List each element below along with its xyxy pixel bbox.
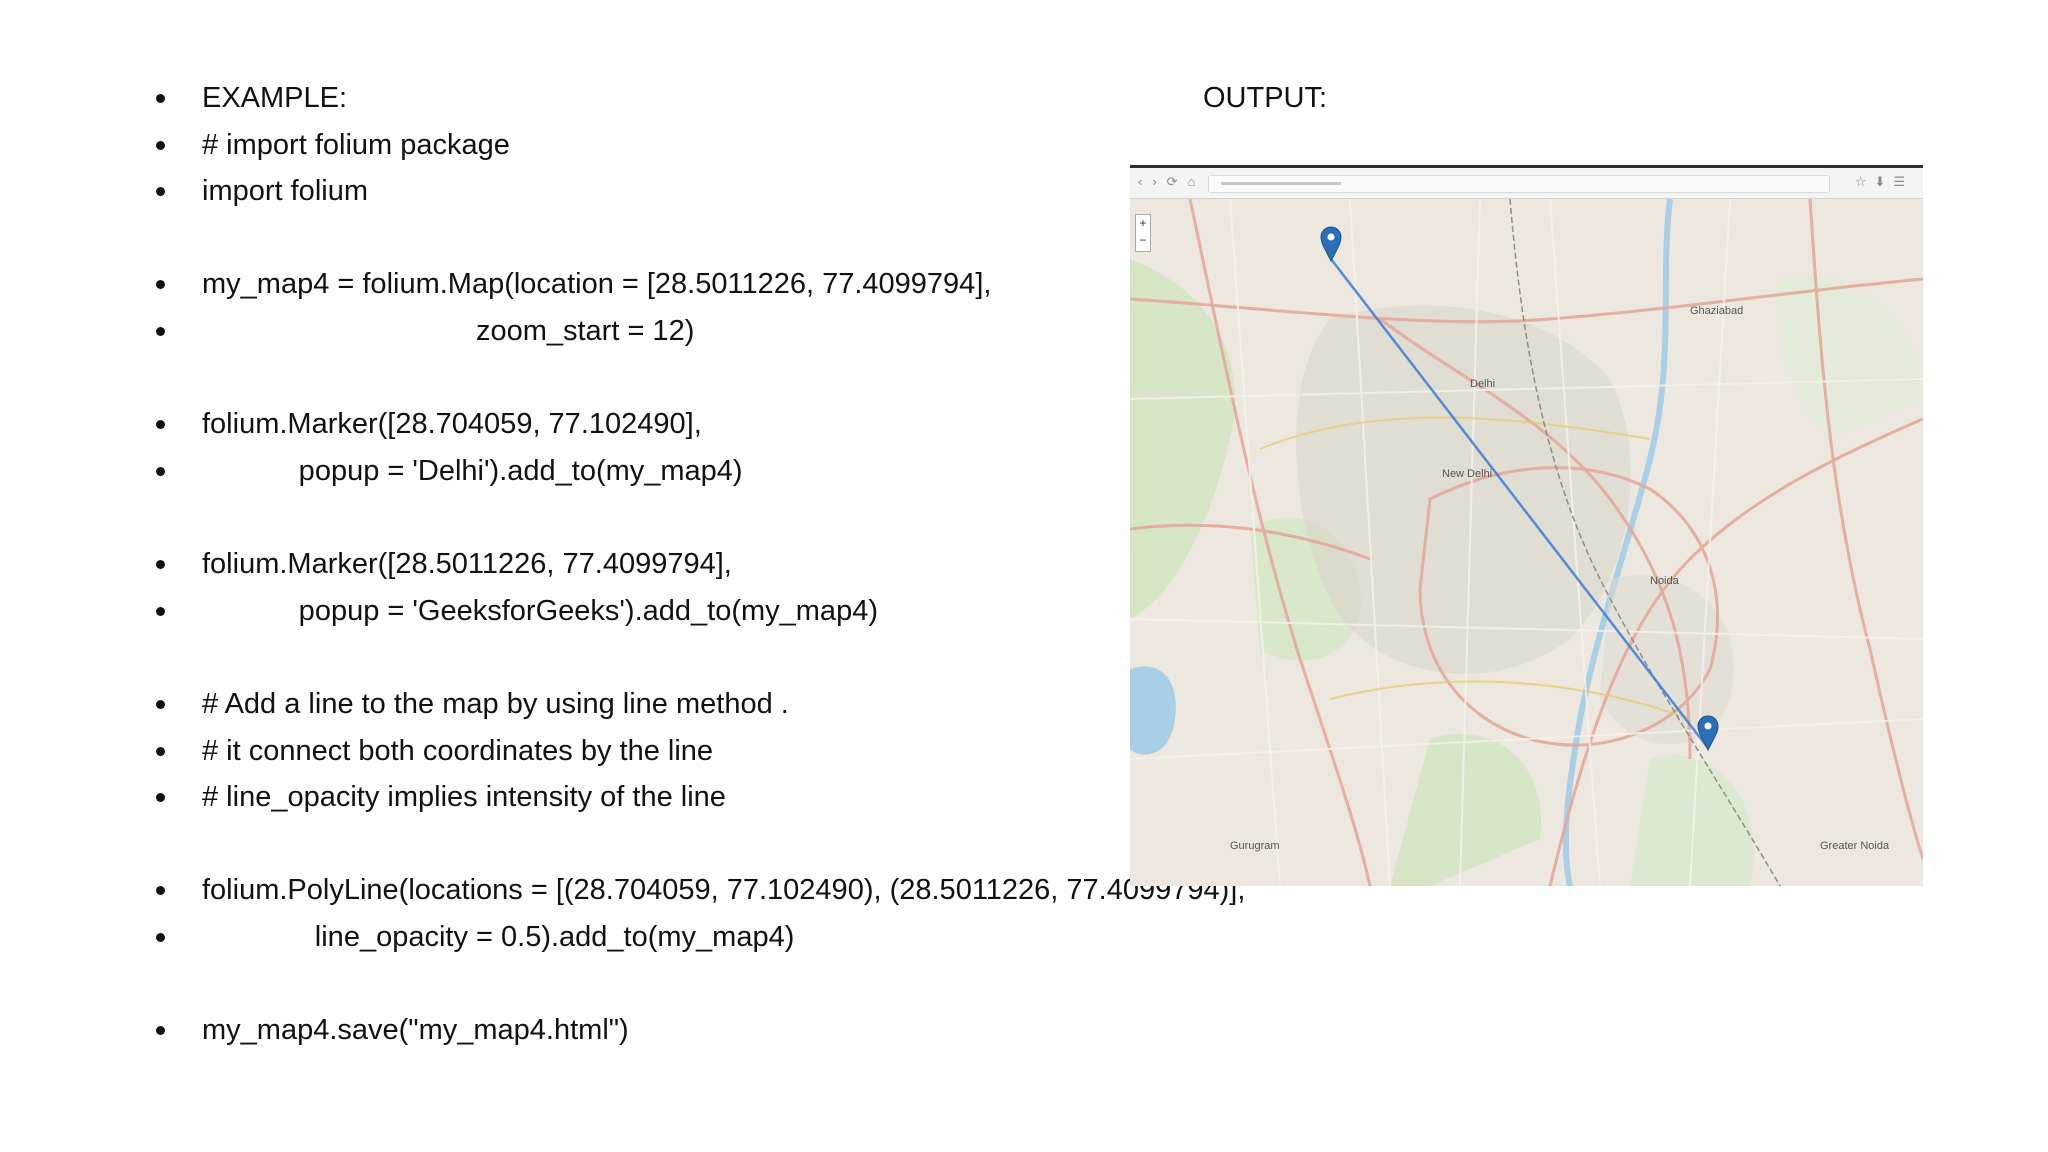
- bullet-dot: [154, 451, 166, 491]
- bullet-text: folium.Marker([28.704059, 77.102490],: [202, 408, 702, 440]
- bullet-text: zoom_start = 12): [202, 315, 695, 347]
- bullet-text: my_map4.save("my_map4.html"): [202, 1014, 629, 1046]
- bullet-dot: [154, 404, 166, 444]
- bullet-dot: [154, 544, 166, 584]
- bullet-text: popup = 'GeeksforGeeks').add_to(my_map4): [202, 595, 878, 627]
- bullet-text: popup = 'Delhi').add_to(my_map4): [202, 455, 743, 487]
- bullet-dot: [154, 591, 166, 631]
- bullet-text: # import folium package: [202, 129, 510, 161]
- bullet-dot: [154, 311, 166, 351]
- map-zoom-control[interactable]: + −: [1135, 214, 1151, 252]
- map-label-new-delhi: New Delhi: [1442, 468, 1492, 480]
- bullet-text: my_map4 = folium.Map(location = [28.5011…: [202, 268, 992, 300]
- bullet-dot: [154, 870, 166, 910]
- bullet-text: import folium: [202, 175, 368, 207]
- bullet-dot: [154, 78, 166, 118]
- browser-tool-icons: ☆⬇☰: [1854, 174, 1913, 189]
- bullet-text: # line_opacity implies intensity of the …: [202, 781, 726, 813]
- map-canvas: New Delhi Delhi Ghaziabad Noida Gurugram…: [1130, 199, 1923, 886]
- bullet-dot: [154, 125, 166, 165]
- bullet-dot: [154, 171, 166, 211]
- map-label-gurugram: Gurugram: [1230, 840, 1280, 852]
- browser-nav-icons: ‹›⟳⌂: [1138, 174, 1206, 189]
- slide: EXAMPLE: # import folium package import …: [0, 0, 2048, 1152]
- map-label-ghaziabad: Ghaziabad: [1690, 305, 1743, 317]
- bullet-text: # Add a line to the map by using line me…: [202, 688, 789, 720]
- map-label-delhi: Delhi: [1470, 378, 1495, 390]
- bullet-dot: [154, 1010, 166, 1050]
- zoom-out-button[interactable]: −: [1136, 232, 1150, 249]
- browser-toolbar: ‹›⟳⌂ ☆⬇☰: [1130, 168, 1923, 199]
- bullet-text: folium.Marker([28.5011226, 77.4099794],: [202, 548, 732, 580]
- bullet-text: folium.PolyLine(locations = [(28.704059,…: [202, 874, 1246, 906]
- bullet-dot: [154, 264, 166, 304]
- bullet-text: # it connect both coordinates by the lin…: [202, 735, 714, 767]
- bullet-dot: [154, 731, 166, 771]
- output-label: OUTPUT:: [1203, 82, 1328, 114]
- output-map-screenshot: ‹›⟳⌂ ☆⬇☰ New Delhi Delhi Ghaziabad Noida…: [1130, 165, 1923, 886]
- bullet-dot: [154, 684, 166, 724]
- bullet-dot: [154, 917, 166, 957]
- bullet-text: line_opacity = 0.5).add_to(my_map4): [202, 921, 795, 953]
- bullet-text: EXAMPLE:: [202, 82, 348, 114]
- bullet-dot: [154, 777, 166, 817]
- address-bar: [1208, 175, 1830, 193]
- zoom-in-button[interactable]: +: [1136, 215, 1150, 232]
- map-label-noida: Noida: [1650, 575, 1680, 587]
- map-label-greater-noida: Greater Noida: [1820, 840, 1890, 852]
